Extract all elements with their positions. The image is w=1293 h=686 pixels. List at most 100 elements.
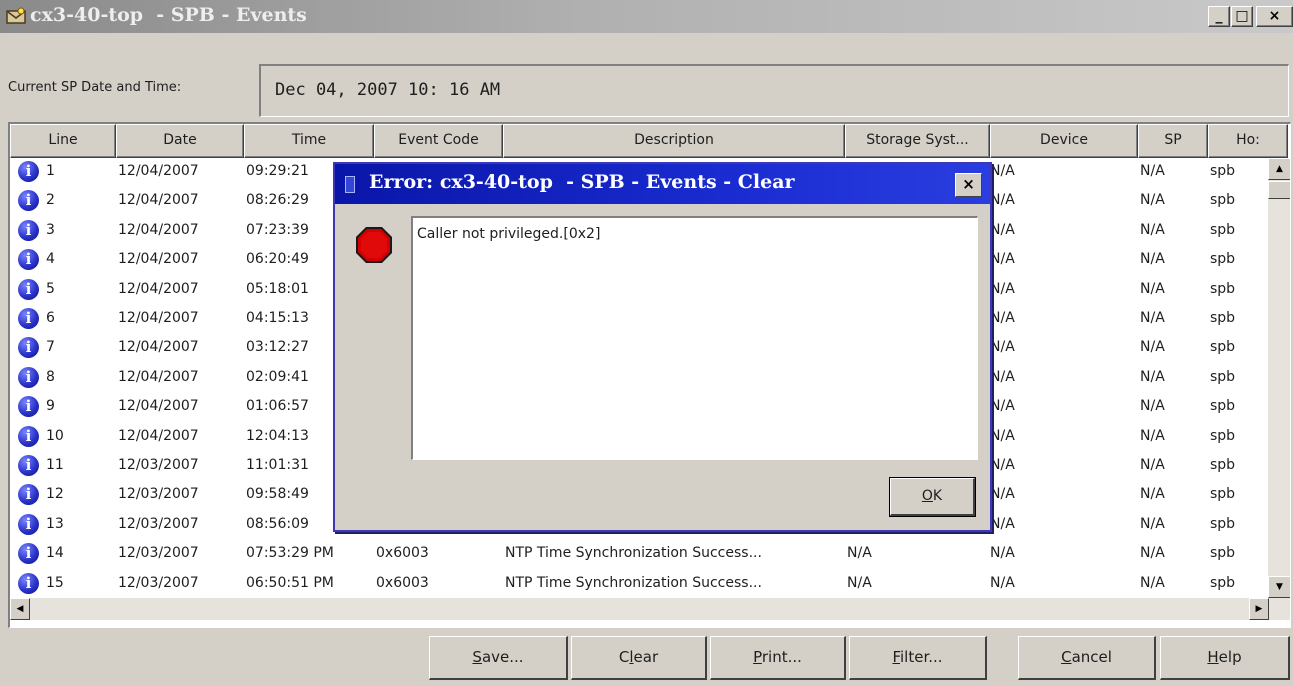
cell-time: 07:53:29 PM <box>246 545 334 562</box>
column-header[interactable]: Ho: <box>1208 124 1288 158</box>
cell-sp: N/A <box>1140 545 1165 562</box>
cell-date: 12/04/2007 <box>118 163 199 179</box>
cell-device: N/A <box>990 339 1015 356</box>
cell-sp: N/A <box>1140 574 1165 591</box>
cell-date: 12/03/2007 <box>118 486 199 503</box>
cell-date: 12/03/2007 <box>118 515 199 532</box>
events-list-header: Line Date Time Event Code Description Storage… <box>10 124 1290 158</box>
help-button[interactable]: Help <box>1160 636 1290 680</box>
cell-device: N/A <box>990 221 1015 238</box>
table-row[interactable]: i 14 12/03/2007 07:53:29 PM 0x6003 NTP Time S… <box>10 542 1270 568</box>
filter-button[interactable]: Filter... <box>849 636 987 680</box>
save-label: ave... <box>481 648 524 666</box>
cancel-button[interactable]: Cancel <box>1018 636 1156 680</box>
window-close-button[interactable]: × <box>1256 6 1293 27</box>
print-button[interactable]: Print... <box>710 636 846 680</box>
vertical-scroll-thumb[interactable] <box>1268 181 1290 199</box>
ok-mnemonic: O <box>921 488 933 504</box>
scroll-right-button[interactable]: ▶ <box>1249 598 1269 620</box>
scroll-down-button[interactable]: ▼ <box>1268 576 1290 598</box>
cell-time: 09:58:49 <box>246 486 309 503</box>
app-icon <box>6 7 26 24</box>
cell-date: 12/04/2007 <box>118 339 199 356</box>
window-titlebar[interactable]: cx3-40-top - SPB - Events _ □ × <box>0 0 1293 33</box>
cell-device: N/A <box>990 251 1015 268</box>
cell-host: spb <box>1210 221 1236 238</box>
cell-host: spb <box>1210 339 1236 356</box>
info-icon: i <box>18 513 39 535</box>
cell-device: N/A <box>990 574 1015 591</box>
cell-line: 12 <box>46 486 64 503</box>
scroll-up-button[interactable]: ▲ <box>1268 158 1290 180</box>
cell-host: spb <box>1210 251 1236 268</box>
column-header[interactable]: Date <box>116 124 244 158</box>
stop-icon <box>356 227 392 263</box>
info-icon: i <box>18 161 39 182</box>
column-header[interactable]: SP <box>1138 124 1208 158</box>
window-title: cx3-40-top - SPB - Events <box>30 4 307 26</box>
info-icon: i <box>18 543 39 565</box>
cell-host: spb <box>1210 515 1236 532</box>
cell-device: N/A <box>990 427 1015 444</box>
error-dialog[interactable]: Error: cx3-40-top - SPB - Events - Clear… <box>333 162 992 532</box>
info-icon: i <box>18 396 39 418</box>
info-icon: i <box>18 455 39 476</box>
info-icon: i <box>18 249 39 271</box>
column-header[interactable]: Description <box>503 124 845 158</box>
clear-label-pre: C <box>618 648 630 666</box>
ok-button[interactable]: OK <box>889 477 976 517</box>
maximize-button[interactable]: □ <box>1231 6 1253 27</box>
cell-time: 08:26:29 <box>246 192 309 209</box>
cell-sp: N/A <box>1140 368 1165 385</box>
cell-sp: N/A <box>1140 310 1165 326</box>
cell-time: 07:23:39 <box>246 221 309 238</box>
column-header[interactable]: Storage Syst... <box>845 124 990 158</box>
cell-sp: N/A <box>1140 280 1165 297</box>
cell-date: 12/03/2007 <box>118 574 199 591</box>
cell-date: 12/04/2007 <box>118 398 199 415</box>
cell-time: 08:56:09 <box>246 515 309 532</box>
info-icon: i <box>18 366 39 388</box>
cell-time: 06:20:49 <box>246 251 309 268</box>
cell-time: 03:12:27 <box>246 339 309 356</box>
cell-time: 01:06:57 <box>246 398 309 415</box>
minimize-button[interactable]: _ <box>1208 6 1230 27</box>
cell-device: N/A <box>990 163 1015 179</box>
cell-line: 9 <box>46 398 55 415</box>
dialog-close-button[interactable]: × <box>955 173 982 197</box>
cell-line: 11 <box>46 457 64 473</box>
column-header[interactable]: Time <box>244 124 374 158</box>
cell-storage: N/A <box>847 574 872 591</box>
column-header[interactable]: Event Code <box>374 124 503 158</box>
cell-device: N/A <box>990 457 1015 473</box>
vertical-scrollbar[interactable]: ▲ ▼ <box>1268 158 1290 598</box>
ok-label: K <box>932 488 943 504</box>
cell-host: spb <box>1210 280 1236 297</box>
cell-host: spb <box>1210 427 1236 444</box>
cell-device: N/A <box>990 280 1015 297</box>
print-mnemonic: P <box>753 648 762 666</box>
table-row[interactable]: i 15 12/03/2007 06:50:51 PM 0x6003 NTP Time S… <box>10 572 1270 598</box>
error-dialog-title: Error: cx3-40-top - SPB - Events - Clear <box>369 171 795 193</box>
cell-sp: N/A <box>1140 515 1165 532</box>
cell-sp: N/A <box>1140 486 1165 503</box>
cell-date: 12/04/2007 <box>118 368 199 385</box>
error-dialog-titlebar[interactable]: Error: cx3-40-top - SPB - Events - Clear… <box>335 164 990 204</box>
info-icon: i <box>18 278 39 300</box>
scroll-left-button[interactable]: ◀ <box>10 598 30 620</box>
cell-code: 0x6003 <box>376 574 429 591</box>
cell-line: 10 <box>46 427 64 444</box>
cell-time: 11:01:31 <box>246 457 309 473</box>
column-header[interactable]: Device <box>990 124 1138 158</box>
save-button[interactable]: Save... <box>429 636 568 680</box>
cell-host: spb <box>1210 163 1236 179</box>
clear-label: ear <box>633 648 659 666</box>
cell-date: 12/03/2007 <box>118 545 199 562</box>
cell-time: 04:15:13 <box>246 310 309 326</box>
column-header[interactable]: Line <box>10 124 116 158</box>
cell-line: 6 <box>46 310 55 326</box>
clear-button[interactable]: Clear <box>571 636 707 680</box>
horizontal-scrollbar[interactable]: ◀ ▶ <box>10 598 1290 620</box>
cell-date: 12/04/2007 <box>118 251 199 268</box>
cell-storage: N/A <box>847 545 872 562</box>
